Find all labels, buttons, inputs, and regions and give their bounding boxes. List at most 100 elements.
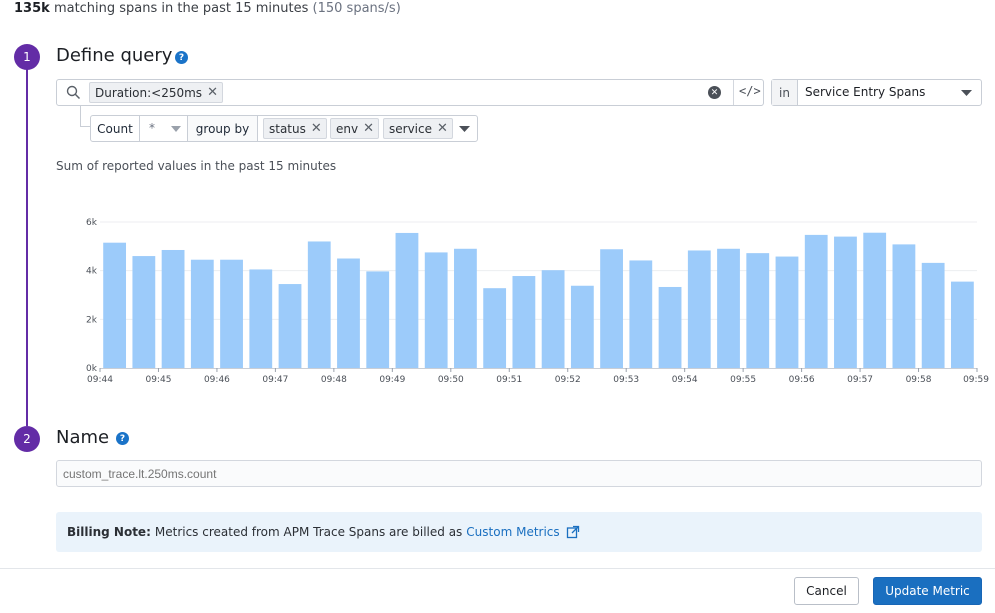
group-tag-label: status xyxy=(269,121,306,136)
chart-bar[interactable] xyxy=(775,256,799,368)
close-icon[interactable]: ✕ xyxy=(363,122,374,135)
question-circle-icon[interactable]: ? xyxy=(175,51,188,64)
chart-bar[interactable] xyxy=(687,250,711,368)
span-count-text: matching spans in the past 15 minutes xyxy=(53,1,309,16)
close-icon[interactable]: ✕ xyxy=(437,122,448,135)
chart-bar[interactable] xyxy=(424,252,448,368)
group-by-label: group by xyxy=(188,116,258,141)
chart-bar[interactable] xyxy=(570,285,594,368)
x-tick-label: 09:52 xyxy=(555,375,581,385)
chart-bar[interactable] xyxy=(161,249,185,368)
external-link-icon[interactable] xyxy=(566,525,580,539)
cancel-button[interactable]: Cancel xyxy=(794,577,859,605)
chart-bar[interactable] xyxy=(249,269,273,368)
chevron-down-icon[interactable] xyxy=(459,126,470,132)
group-tag-service[interactable]: service ✕ xyxy=(383,118,453,139)
chart-bar[interactable] xyxy=(337,258,360,369)
step-2-badge: 2 xyxy=(14,426,40,452)
chart-bar[interactable] xyxy=(220,259,243,368)
chart-bar[interactable] xyxy=(395,232,419,368)
chart-bar[interactable] xyxy=(278,284,302,368)
y-tick-label: 6k xyxy=(86,218,98,228)
in-label: in xyxy=(772,80,798,105)
span-search-bar[interactable]: Duration:<250ms ✕ ✕ </> xyxy=(56,79,764,106)
chart-bar[interactable] xyxy=(541,270,565,368)
chart-bar[interactable] xyxy=(512,276,536,368)
chart-bar[interactable] xyxy=(483,288,507,368)
chart-bar[interactable] xyxy=(717,248,740,368)
chevron-down-icon xyxy=(171,126,181,132)
step-2-title: Name xyxy=(56,427,110,448)
chart-bar[interactable] xyxy=(103,242,127,368)
chart-bar[interactable] xyxy=(921,262,945,368)
span-count: 135k xyxy=(14,1,50,16)
x-tick-label: 09:44 xyxy=(87,375,113,385)
search-icon xyxy=(66,85,81,100)
chart-bar[interactable] xyxy=(600,249,623,368)
chart-bar[interactable] xyxy=(834,236,857,368)
chart-bar[interactable] xyxy=(190,259,214,368)
span-type-value: Service Entry Spans xyxy=(805,85,926,99)
x-tick-label: 09:55 xyxy=(730,375,756,385)
x-tick-label: 09:50 xyxy=(438,375,464,385)
billing-note: Billing Note: Metrics created from APM T… xyxy=(56,512,982,552)
metric-name-input[interactable] xyxy=(56,460,982,487)
y-tick-label: 2k xyxy=(86,315,98,325)
field-value: * xyxy=(149,121,155,135)
group-tag-label: service xyxy=(389,121,432,136)
custom-metrics-link[interactable]: Custom Metrics xyxy=(466,525,559,539)
billing-note-label: Billing Note: xyxy=(67,525,151,539)
chart-caption: Sum of reported values in the past 15 mi… xyxy=(56,159,337,173)
chevron-down-icon xyxy=(961,90,972,96)
x-tick-label: 09:54 xyxy=(672,375,698,385)
tree-connector-vertical xyxy=(80,106,81,127)
close-icon[interactable]: ✕ xyxy=(207,86,218,99)
x-tick-label: 09:56 xyxy=(789,375,815,385)
chart-bar[interactable] xyxy=(366,271,390,368)
span-rate: (150 spans/s) xyxy=(312,1,401,16)
billing-note-text: Metrics created from APM Trace Spans are… xyxy=(154,525,463,539)
x-tick-label: 09:59 xyxy=(963,375,989,385)
chart-bar[interactable] xyxy=(950,281,974,368)
question-circle-icon[interactable]: ? xyxy=(116,432,129,445)
chart-bar[interactable] xyxy=(804,234,828,368)
aggregation-row: Count * group by status ✕ env ✕ service … xyxy=(90,115,478,142)
close-icon[interactable]: ✕ xyxy=(311,122,322,135)
x-tick-label: 09:57 xyxy=(847,375,873,385)
x-tick-label: 09:51 xyxy=(496,375,522,385)
footer-divider xyxy=(0,568,995,569)
span-count-bar-chart: 0k 2k 4k 6k 09:44 09:45 09:46 09:47 09:48 09:49 09… xyxy=(86,218,989,385)
x-tick-label: 09:58 xyxy=(906,375,932,385)
group-tag-label: env xyxy=(336,121,359,136)
group-tag-status[interactable]: status ✕ xyxy=(263,118,327,139)
y-tick-label: 0k xyxy=(86,364,98,374)
code-icon[interactable]: </> xyxy=(739,84,761,98)
x-tick-label: 09:53 xyxy=(613,375,639,385)
x-tick-label: 09:49 xyxy=(379,375,405,385)
span-count-summary: 135k matching spans in the past 15 minut… xyxy=(14,1,401,16)
chart-bar[interactable] xyxy=(629,260,653,368)
chart-bar[interactable] xyxy=(454,248,477,368)
span-type-select[interactable]: in Service Entry Spans xyxy=(771,79,982,106)
chart-bar[interactable] xyxy=(658,286,682,368)
search-divider xyxy=(733,80,734,105)
tree-connector-horizontal xyxy=(80,126,90,127)
filter-tag-duration[interactable]: Duration:<250ms ✕ xyxy=(89,82,223,103)
chart-bar[interactable] xyxy=(307,241,331,368)
chart-bar[interactable] xyxy=(132,256,156,368)
x-tick-label: 09:48 xyxy=(321,375,347,385)
filter-tag-label: Duration:<250ms xyxy=(95,85,203,100)
chart-bar[interactable] xyxy=(892,244,916,368)
x-tick-label: 09:46 xyxy=(204,375,230,385)
step-1-title: Define query xyxy=(56,45,173,66)
field-select[interactable]: * xyxy=(140,116,188,141)
y-tick-label: 4k xyxy=(86,267,98,277)
clear-circle-icon[interactable]: ✕ xyxy=(708,86,721,99)
x-tick-label: 09:47 xyxy=(262,375,288,385)
update-metric-button[interactable]: Update Metric xyxy=(873,577,982,605)
chart-bar[interactable] xyxy=(863,232,887,368)
group-tag-env[interactable]: env ✕ xyxy=(330,118,379,139)
step-1-badge: 1 xyxy=(14,44,40,70)
chart-bar[interactable] xyxy=(746,253,770,368)
measure-select[interactable]: Count xyxy=(91,116,140,141)
